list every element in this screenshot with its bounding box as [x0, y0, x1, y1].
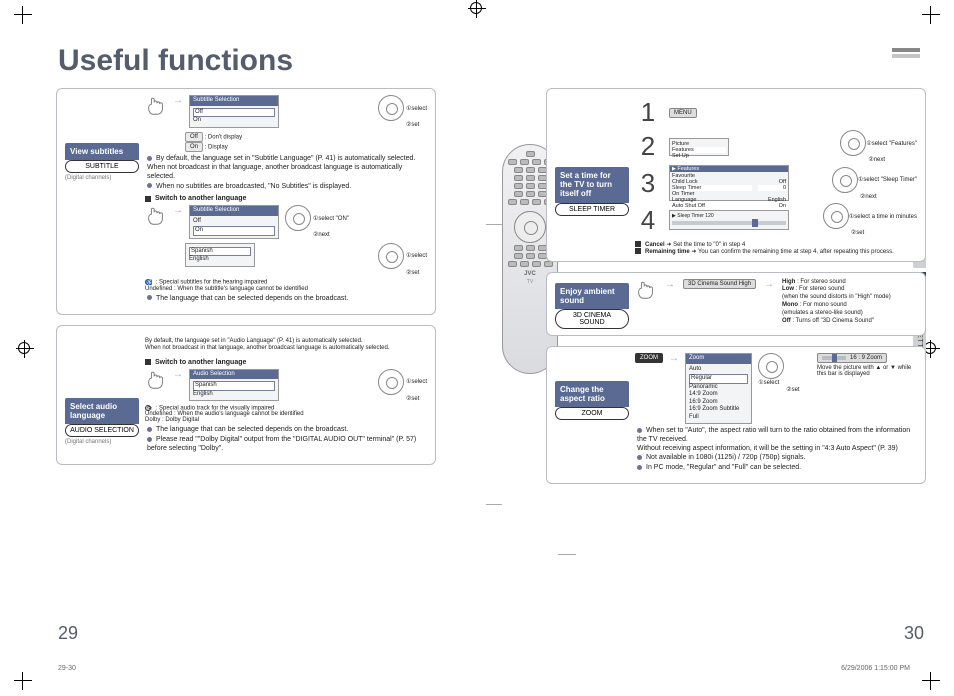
dial-icon: [378, 95, 404, 121]
zoom-remote-label: ZOOM: [635, 353, 663, 363]
subtitle-button: SUBTITLE: [65, 160, 139, 173]
channel-scope: (Digital channels): [65, 175, 139, 181]
osd-audio-selection: Audio Selection Spanish English: [189, 369, 279, 402]
panel-3d-cinema-sound: Enjoy ambient sound 3D CINEMA SOUND → 3D…: [546, 272, 926, 336]
osd-cinema-sound: 3D Cinema Sound High: [683, 279, 756, 289]
dial-icon: [378, 243, 404, 269]
remaining-note: You can confirm the remaining time at st…: [698, 249, 894, 255]
zoom-button: ZOOM: [555, 407, 629, 420]
press-hand-icon: [145, 369, 167, 391]
remote-brand: JVC: [524, 271, 536, 277]
switch-lang-header: Switch to another language: [155, 359, 246, 366]
note-item: When no subtitles are broadcasted, "No S…: [147, 183, 427, 192]
note-item: Not available in 1080i (1125i) / 720p (7…: [637, 454, 917, 463]
panel-title: Select audio language: [65, 398, 139, 424]
note-item: By default, the language set in "Subtitl…: [147, 155, 427, 181]
undefined-note: Undefined : When the subtitle's language…: [145, 286, 308, 292]
hearing-impaired-icon: ♿: [145, 279, 151, 285]
osd-zoom-menu: Zoom Auto Regular Panoramic 14:9 Zoom 16…: [685, 353, 752, 424]
visually-impaired-icon: 👁: [145, 405, 151, 411]
menu-button-osd: MENU: [669, 108, 697, 118]
chip-off-note: : Don't display: [205, 135, 243, 141]
cancel-note: Set the time to "0" in step 4: [673, 242, 745, 248]
step-2: 2 Picture Features Set Up ①select "Featu…: [635, 130, 917, 163]
osd-language-list: Spanish English: [185, 243, 255, 267]
panel-view-subtitles: View subtitles SUBTITLE (Digital channel…: [56, 88, 436, 315]
dial-icon: [758, 353, 784, 379]
registration-mark: [470, 2, 482, 14]
dial-icon: [832, 167, 858, 193]
audio-selection-button: AUDIO SELECTION: [65, 424, 139, 437]
note-item: The language that can be selected depend…: [147, 426, 427, 435]
osd-main-menu: Picture Features Set Up: [669, 138, 729, 156]
dial-icon: [840, 130, 866, 156]
page-edge-marker: [892, 48, 920, 52]
crop-mark-br: [922, 672, 940, 690]
dial-icon: [378, 369, 404, 395]
switch-lang-header: Switch to another language: [155, 195, 246, 202]
option-off: Off : Turns off "3D Cinema Sound": [782, 318, 891, 326]
page-number-left: 29: [58, 623, 78, 644]
sleep-timer-button: SLEEP TIMER: [555, 203, 629, 216]
dial-hint-set: ②set: [406, 121, 419, 128]
page-title: Useful functions: [58, 44, 926, 78]
panel-title: Change the aspect ratio: [555, 381, 629, 407]
osd-zoom-bar: 16 : 9 Zoom: [817, 353, 887, 363]
dial-icon: [823, 203, 849, 229]
dial-icon: [285, 205, 311, 231]
remote-dpad-icon: [514, 211, 546, 243]
osd-features-menu: ▶ Features FavouriteChild Lock Sleep Tim…: [669, 165, 789, 201]
osd-sleep-timer: ▶ Sleep Timer 120: [669, 210, 789, 230]
chip-on-note: : Display: [205, 145, 228, 151]
dolby-note: Dolby : Dolby Digital: [145, 417, 199, 423]
crop-mark-tr: [922, 6, 940, 24]
panel-zoom: Change the aspect ratio ZOOM ZOOM → Zoom…: [546, 346, 926, 484]
osd-subtitle-selection: Subtitle Selection Off On: [189, 95, 279, 128]
zoom-bar-note: Move the picture with ▲ or ▼ while this …: [817, 365, 917, 377]
page-number-right: 30: [904, 623, 924, 644]
panel-title: View subtitles: [65, 143, 139, 160]
panel-audio-language: Select audio language AUDIO SELECTION (D…: [56, 325, 436, 465]
panel-title: Set a time for the TV to turn itself off: [555, 167, 629, 203]
step-1: 1 MENU: [635, 97, 917, 128]
chip-on: On: [185, 142, 203, 152]
remote-mode: TV: [527, 279, 533, 285]
panel-title: Enjoy ambient sound: [555, 283, 629, 309]
note-item: The language that can be selected depend…: [147, 295, 427, 304]
registration-mark: [18, 342, 30, 354]
crop-mark-bl: [14, 672, 32, 690]
footer-timestamp: 6/29/2006 1:15:00 PM: [841, 665, 910, 672]
crop-mark-tl: [14, 6, 32, 24]
option-mono: Mono : For mono sound (emulates a stereo…: [782, 302, 891, 318]
press-hand-icon: [635, 279, 657, 301]
footer-sheet-id: 29-30: [58, 665, 76, 672]
press-hand-icon: [145, 205, 167, 227]
note-item: Please read ""Dolby Digital" output from…: [147, 436, 427, 454]
cancel-label: Cancel: [645, 242, 665, 248]
chip-off: Off: [185, 132, 203, 142]
step-3: 3 ▶ Features FavouriteChild Lock Sleep T…: [635, 165, 917, 201]
option-low: Low : For stereo sound (when the sound d…: [782, 286, 891, 302]
note-item: When set to "Auto", the aspect ratio wil…: [637, 427, 917, 453]
channel-scope: (Digital channels): [65, 439, 139, 445]
default-audio-note: By default, the language set in "Audio L…: [145, 338, 427, 353]
cinema-sound-button: 3D CINEMA SOUND: [555, 309, 629, 329]
osd-subtitle-selection: Subtitle Selection Off On: [189, 205, 279, 239]
dial-hint-select: ①select: [406, 105, 427, 112]
panel-sleep-timer: Set a time for the TV to turn itself off…: [546, 88, 926, 262]
option-high: High : For stereo sound: [782, 279, 891, 287]
remaining-label: Remaining time: [645, 249, 690, 255]
note-item: In PC mode, "Regular" and "Full" can be …: [637, 464, 917, 473]
press-hand-icon: [145, 95, 167, 117]
